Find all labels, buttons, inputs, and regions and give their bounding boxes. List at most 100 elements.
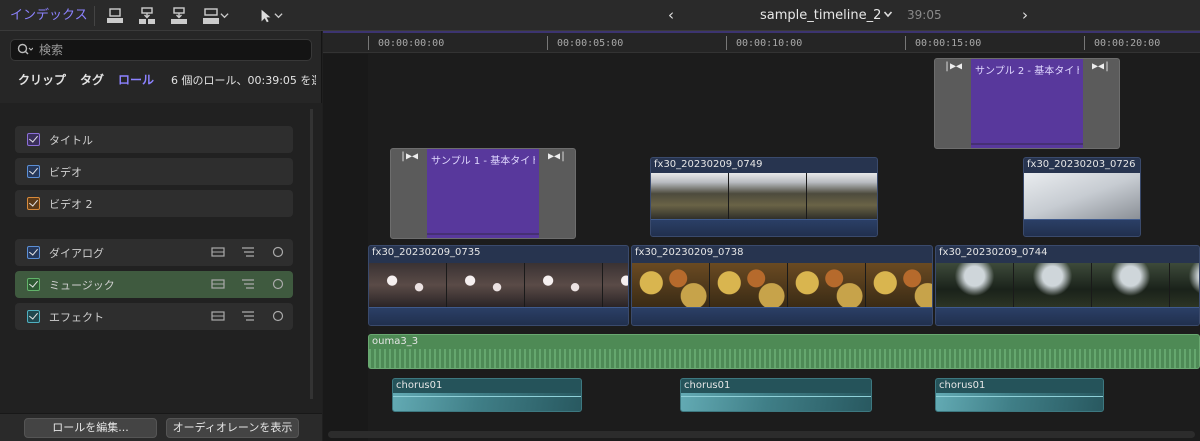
role-label: ミュージック xyxy=(49,278,115,292)
lane-icon[interactable] xyxy=(211,310,225,322)
volume-line xyxy=(681,396,871,397)
role-label: ダイアログ xyxy=(49,246,104,260)
transition-out-icon: ▶◀| xyxy=(1091,61,1111,72)
role-row-titles[interactable]: タイトル xyxy=(15,126,293,153)
connect-clip-icon[interactable] xyxy=(104,6,126,25)
subroles-icon[interactable] xyxy=(241,310,255,322)
audio-waveform xyxy=(632,307,932,325)
chevron-down-icon xyxy=(219,13,229,19)
sound-effect-clip[interactable]: chorus01 xyxy=(680,378,872,412)
overwrite-clip-icon[interactable] xyxy=(198,6,232,25)
role-checkbox[interactable] xyxy=(27,133,40,146)
focus-circle-icon[interactable] xyxy=(271,278,285,290)
role-row-effects[interactable]: エフェクト xyxy=(15,303,293,330)
clip-name: chorus01 xyxy=(396,380,443,391)
append-clip-icon[interactable] xyxy=(168,6,190,25)
edit-roles-button[interactable]: ロールを編集... xyxy=(24,418,157,438)
clip-name: chorus01 xyxy=(939,380,986,391)
timeline-index-sidebar: クリップ タグ ロール 6 個のロール、00:39:05 を選択 タイトル ビデ… xyxy=(0,31,322,441)
volume-line xyxy=(936,396,1103,397)
show-audio-lanes-button[interactable]: オーディオレーンを表示 xyxy=(166,418,299,438)
role-row-video-2[interactable]: ビデオ 2 xyxy=(15,190,293,217)
role-row-music[interactable]: ミュージック xyxy=(15,271,293,298)
thumbnail xyxy=(1024,173,1140,219)
index-tab[interactable]: インデックス xyxy=(0,0,92,31)
chevron-down-icon[interactable] xyxy=(883,7,893,21)
sound-effect-clip[interactable]: chorus01 xyxy=(935,378,1104,412)
tab-roles[interactable]: ロール xyxy=(118,71,154,88)
subroles-icon[interactable] xyxy=(241,246,255,258)
role-checkbox[interactable] xyxy=(27,197,40,210)
sound-effect-clip[interactable]: chorus01 xyxy=(392,378,582,412)
next-project-button[interactable]: › xyxy=(1018,6,1032,24)
timeline[interactable]: 00:00:00:00 00:00:05:00 00:00:10:00 00:0… xyxy=(323,31,1200,441)
thumbnail xyxy=(632,263,710,307)
audio-waveform xyxy=(1024,219,1140,236)
tab-tags[interactable]: タグ xyxy=(80,71,104,88)
clip-name: chorus01 xyxy=(684,380,731,391)
ruler-label: 00:00:15:00 xyxy=(915,38,982,49)
clip-name: fx30_20230209_0735 xyxy=(372,247,481,258)
thumbnail xyxy=(447,263,525,307)
focus-circle-icon[interactable] xyxy=(271,246,285,258)
subroles-icon[interactable] xyxy=(241,278,255,290)
timecode-ruler[interactable]: 00:00:00:00 00:00:05:00 00:00:10:00 00:0… xyxy=(323,33,1200,53)
role-checkbox[interactable] xyxy=(27,310,40,323)
select-tool-icon[interactable] xyxy=(254,6,286,25)
ruler-tick xyxy=(726,36,727,50)
toolbar-separator xyxy=(94,6,95,26)
search-input[interactable] xyxy=(39,40,309,60)
top-toolbar: インデックス ‹ sample_timeline_2 39:05 › xyxy=(0,0,1200,31)
search-box[interactable] xyxy=(10,39,312,61)
ruler-label: 00:00:10:00 xyxy=(736,38,803,49)
thumbnail xyxy=(807,173,877,219)
video-clip[interactable]: fx30_20230203_0726 xyxy=(1023,157,1141,237)
transition-in-icon: |▶◀ xyxy=(943,61,963,72)
ruler-tick xyxy=(905,36,906,50)
primary-video-clip[interactable]: fx30_20230209_0735 xyxy=(368,245,629,326)
clip-name: サンプル 1 - 基本タイトル xyxy=(431,156,535,167)
thumbnail xyxy=(866,263,932,307)
transition-out-icon: ▶◀| xyxy=(547,151,567,162)
role-checkbox[interactable] xyxy=(27,246,40,259)
thumbnail xyxy=(710,263,788,307)
thumbnail xyxy=(603,263,628,307)
title-clip-bar xyxy=(427,233,539,235)
role-checkbox[interactable] xyxy=(27,165,40,178)
thumbnail xyxy=(788,263,866,307)
role-label: ビデオ xyxy=(49,165,82,179)
project-title[interactable]: sample_timeline_2 xyxy=(760,0,881,31)
video-clip[interactable]: fx30_20230209_0749 xyxy=(650,157,878,237)
timeline-scrollbar[interactable] xyxy=(328,431,1195,438)
audio-waveform xyxy=(369,307,628,325)
thumbnail xyxy=(1014,263,1092,307)
insert-clip-icon[interactable] xyxy=(136,6,158,25)
title-clip-bar xyxy=(971,143,1083,145)
role-row-dialogue[interactable]: ダイアログ xyxy=(15,239,293,266)
role-checkbox[interactable] xyxy=(27,278,40,291)
clip-name: fx30_20230209_0738 xyxy=(635,247,744,258)
role-label: ビデオ 2 xyxy=(49,197,93,211)
ruler-tick xyxy=(368,36,369,50)
ruler-tick xyxy=(1084,36,1085,50)
volume-line xyxy=(393,396,581,397)
title-clip[interactable]: |▶◀ ▶◀| サンプル 2 - 基本タイトル xyxy=(934,58,1120,149)
ruler-label: 00:00:00:00 xyxy=(378,38,445,49)
music-clip[interactable]: ouma3_3 xyxy=(368,334,1200,369)
primary-video-clip[interactable]: fx30_20230209_0744 xyxy=(935,245,1200,326)
focus-circle-icon[interactable] xyxy=(271,310,285,322)
lane-icon[interactable] xyxy=(211,278,225,290)
thumbnail xyxy=(369,263,447,307)
chevron-down-icon xyxy=(273,13,283,19)
thumbnail xyxy=(1170,263,1199,307)
previous-project-button[interactable]: ‹ xyxy=(664,6,678,24)
primary-video-clip[interactable]: fx30_20230209_0738 xyxy=(631,245,933,326)
lane-icon[interactable] xyxy=(211,246,225,258)
roles-summary: 6 個のロール、00:39:05 を選択 xyxy=(171,74,316,87)
audio-waveform xyxy=(936,307,1199,325)
sidebar-scrollbar[interactable] xyxy=(310,109,313,399)
search-icon xyxy=(17,43,33,55)
title-clip[interactable]: |▶◀ ▶◀| サンプル 1 - 基本タイトル xyxy=(390,148,576,239)
tab-clips[interactable]: クリップ xyxy=(18,71,66,88)
role-row-video[interactable]: ビデオ xyxy=(15,158,293,185)
